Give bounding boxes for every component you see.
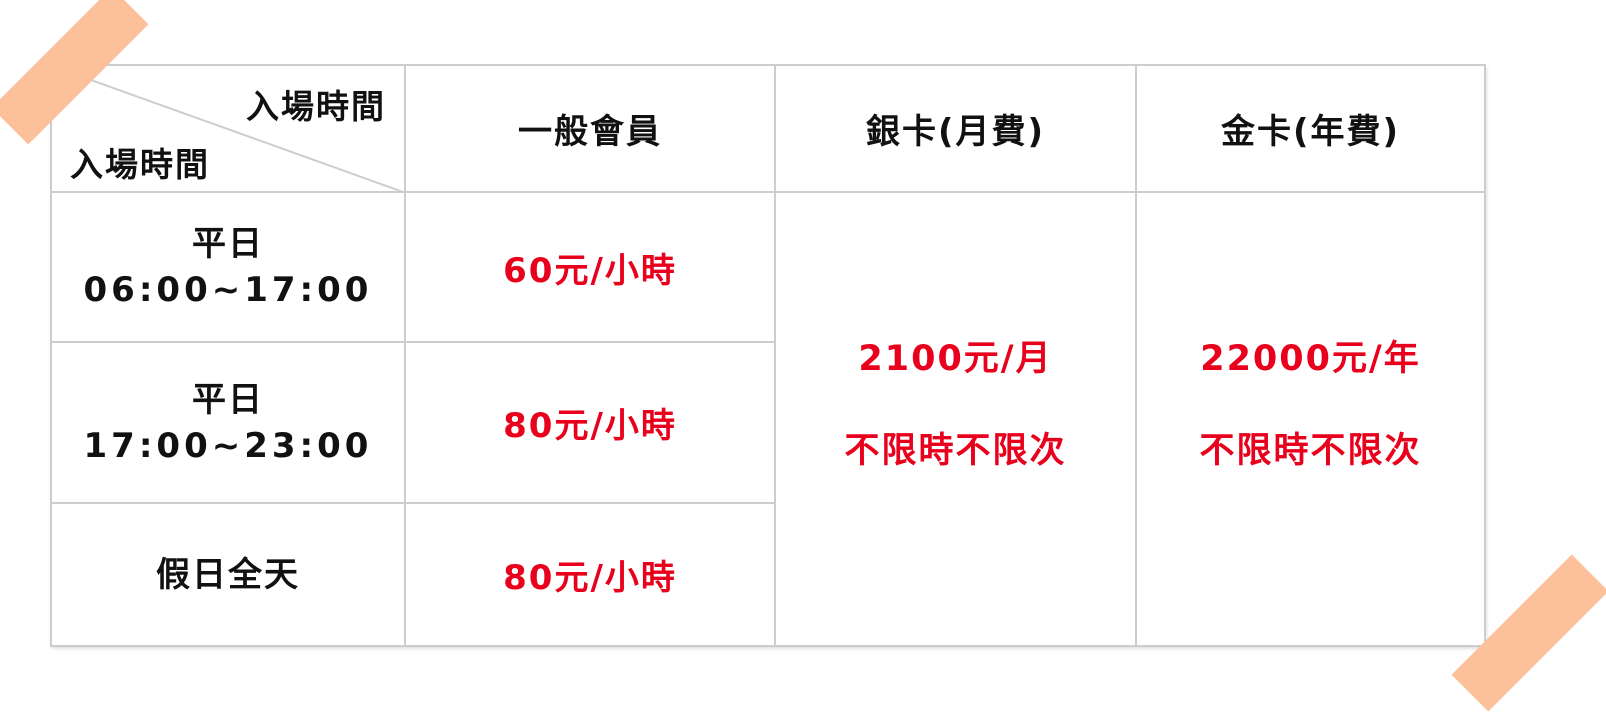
- time-slot-cell: 平日 06:00~17:00: [50, 191, 406, 343]
- time-slot-range: 17:00~23:00: [83, 425, 373, 466]
- column-header-silver: 銀卡(月費): [774, 64, 1137, 193]
- silver-note: 不限時不限次: [844, 431, 1067, 471]
- corner-label-top: 入場時間: [246, 87, 386, 126]
- time-slot-range: 06:00~17:00: [83, 270, 373, 310]
- time-slot-day: 平日: [192, 379, 264, 420]
- gold-price-cell: 22000元/年 不限時不限次: [1135, 191, 1486, 647]
- silver-price: 2100元/月: [858, 339, 1053, 379]
- column-header-general: 一般會員: [404, 64, 776, 193]
- pricing-table: 入場時間 入場時間 一般會員 銀卡(月費) 金卡(年費) 平日 06:00~17…: [50, 64, 1486, 647]
- corner-header-cell: 入場時間 入場時間: [50, 64, 406, 193]
- time-slot-day: 假日全天: [156, 554, 300, 595]
- time-slot-cell: 平日 17:00~23:00: [50, 341, 406, 504]
- general-price-cell: 80元/小時: [404, 502, 776, 647]
- time-slot-cell: 假日全天: [50, 502, 406, 647]
- gold-note: 不限時不限次: [1199, 431, 1422, 471]
- corner-label-bottom: 入場時間: [70, 145, 210, 184]
- table-row: 平日 06:00~17:00 60元/小時 2100元/月 不限時不限次 220…: [50, 191, 1486, 647]
- general-price-cell: 60元/小時: [404, 191, 776, 343]
- time-slot-day: 平日: [192, 224, 264, 264]
- column-header-gold: 金卡(年費): [1135, 64, 1486, 193]
- general-price-cell: 80元/小時: [404, 341, 776, 504]
- silver-price-cell: 2100元/月 不限時不限次: [774, 191, 1137, 647]
- header-row: 入場時間 入場時間 一般會員 銀卡(月費) 金卡(年費): [50, 64, 1486, 193]
- gold-price: 22000元/年: [1200, 339, 1421, 379]
